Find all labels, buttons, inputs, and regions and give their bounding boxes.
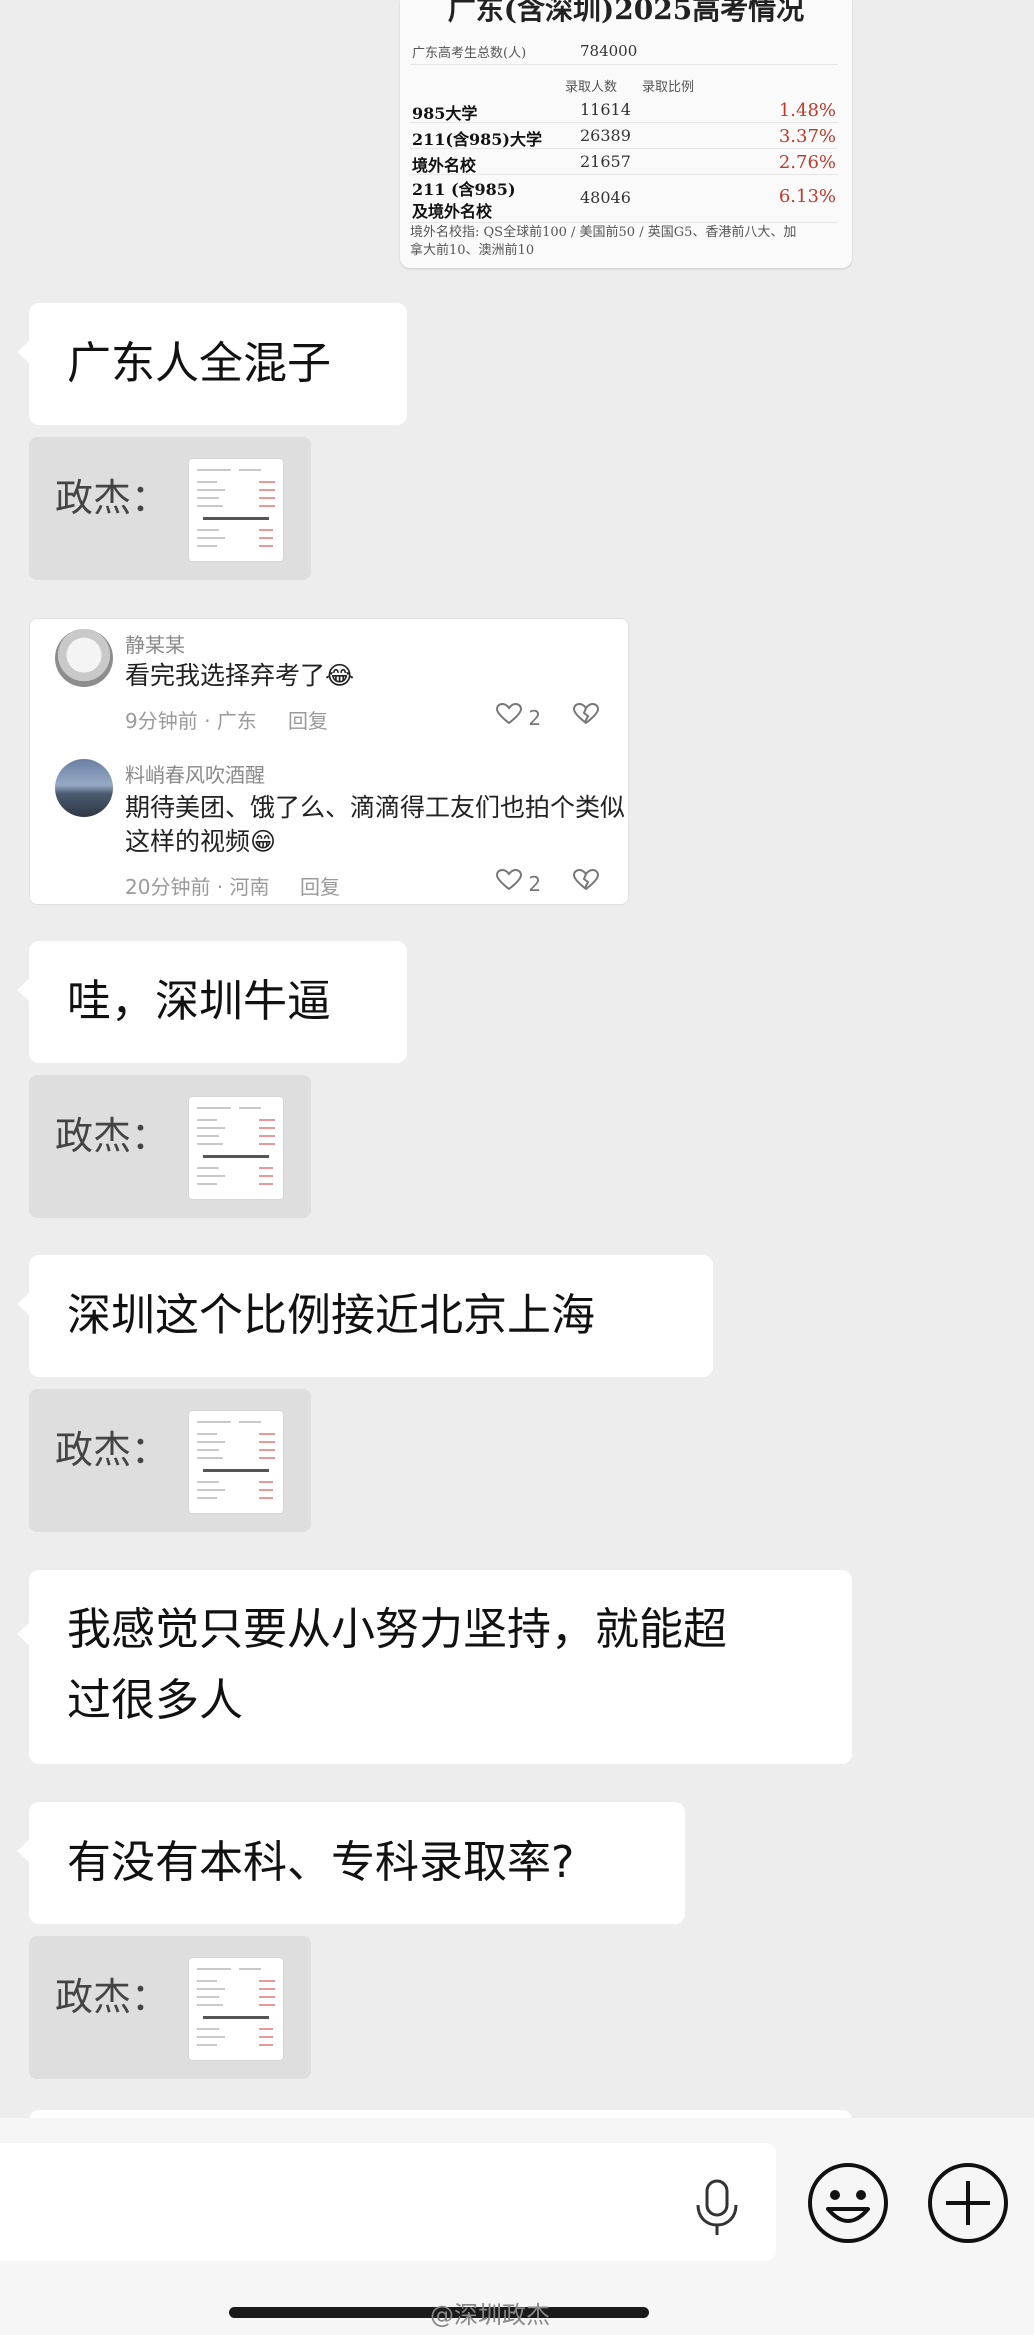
message-text: 我感觉只要从小努力坚持，就能超	[67, 1604, 727, 1655]
dislike-button[interactable]	[572, 868, 600, 896]
gaokao-stats-image[interactable]: 广东(含深圳)2025高考情况 广东高考生总数(人) 784000 录取人数 录…	[400, 0, 852, 268]
laugh-emoji-icon: 😂	[325, 661, 355, 690]
quote-sender: 政杰：	[55, 476, 170, 520]
emoji-icon	[808, 2163, 888, 2243]
heart-icon	[495, 702, 523, 725]
comments-screenshot[interactable]: 静某某 看完我选择弃考了😂 9分钟前 · 广东 回复 2 料峭春风吹酒醒 期待美…	[29, 618, 629, 905]
reply-link[interactable]: 回复	[288, 705, 328, 734]
message-input[interactable]	[0, 2143, 776, 2261]
quoted-message[interactable]: 政杰：	[29, 437, 311, 580]
message-bubble[interactable]: 哇，深圳牛逼	[17, 941, 407, 1063]
chat-input-bar: @深圳政杰	[0, 2118, 1034, 2335]
message-bubble[interactable]: 深圳这个比例接近北京上海	[17, 1255, 713, 1377]
plus-icon	[928, 2163, 1008, 2243]
message-bubble[interactable]: 我感觉只要从小努力坚持，就能超 过很多人	[17, 1570, 852, 1764]
comment-meta: 20分钟前 · 河南	[125, 875, 270, 899]
user-avatar-icon	[55, 759, 113, 817]
watermark: @深圳政杰	[430, 2301, 550, 2329]
more-button[interactable]	[926, 2161, 1010, 2249]
dislike-icon	[572, 868, 600, 891]
smile-emoji-icon: 😁	[250, 827, 277, 856]
comment-text: 期待美团、饿了么、滴滴得工友们也拍个类似	[125, 793, 626, 822]
message-text: 深圳这个比例接近北京上海	[67, 1290, 595, 1341]
stats-title: 广东(含深圳)2025高考情况	[447, 0, 805, 26]
quoted-message[interactable]: 政杰：	[29, 1389, 311, 1532]
quote-sender: 政杰：	[55, 1975, 170, 2019]
message-text: 哇，深圳牛逼	[67, 976, 331, 1027]
dislike-button[interactable]	[572, 702, 600, 730]
voice-icon	[696, 2179, 738, 2235]
quote-image-thumbnail	[189, 1958, 283, 2060]
quoted-message[interactable]: 政杰：	[29, 1075, 311, 1218]
emoji-button[interactable]	[806, 2161, 890, 2249]
quoted-message[interactable]: 政杰：	[29, 1936, 311, 2079]
message-bubble[interactable]: 广东人全混子	[17, 303, 407, 425]
comment-username: 料峭春风吹酒醒	[125, 763, 265, 787]
like-button[interactable]: 2	[495, 702, 541, 730]
quote-sender: 政杰：	[55, 1428, 170, 1472]
like-button[interactable]: 2	[495, 868, 541, 896]
stats-footnote: 境外名校指: QS全球前100 / 美国前50 / 英国G5、香港前八大、加 拿…	[410, 225, 797, 258]
comment-text: 这样的视频😁	[125, 827, 277, 856]
quote-image-thumbnail	[189, 1411, 283, 1513]
comment-meta: 9分钟前 · 广东	[125, 709, 257, 733]
message-bubble[interactable]: 有没有本科、专科录取率?	[17, 1802, 685, 1924]
user-avatar-icon	[55, 629, 113, 687]
message-text: 过很多人	[67, 1675, 243, 1726]
message-text: 有没有本科、专科录取率?	[67, 1837, 575, 1888]
comment-username: 静某某	[125, 633, 185, 657]
reply-link[interactable]: 回复	[300, 871, 340, 900]
dislike-icon	[572, 702, 600, 725]
voice-button[interactable]	[690, 2177, 744, 2241]
message-text: 广东人全混子	[67, 338, 331, 389]
quote-image-thumbnail	[189, 1097, 283, 1199]
comment-text: 看完我选择弃考了😂	[125, 661, 355, 690]
heart-icon	[495, 868, 523, 891]
quote-image-thumbnail	[189, 459, 283, 561]
quote-sender: 政杰：	[55, 1114, 170, 1158]
